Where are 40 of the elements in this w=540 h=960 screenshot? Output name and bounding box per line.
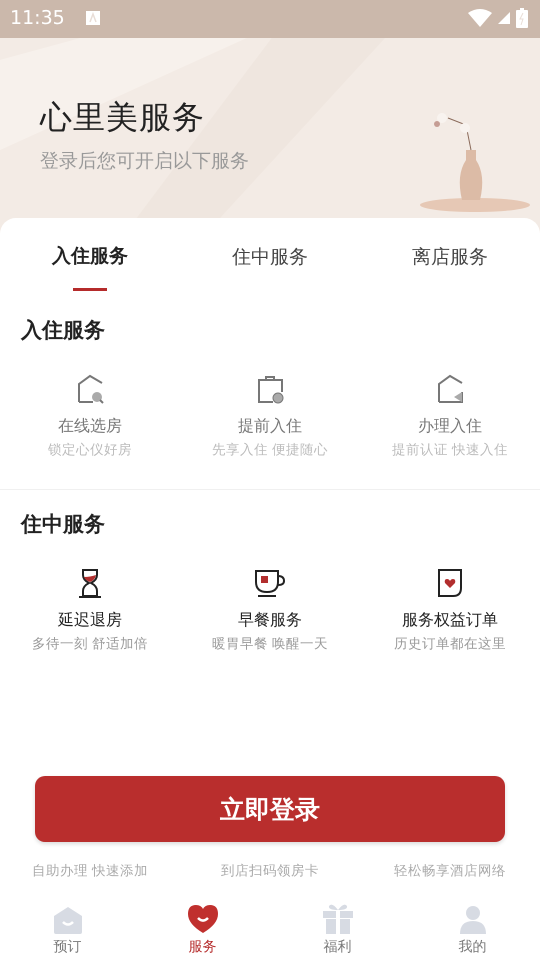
nav-tab[interactable]: 我的 [405,892,540,960]
gift-icon [322,902,354,934]
service-title[interactable]: 提前入住 [238,416,302,437]
service-title[interactable]: 延迟退房 [58,610,122,631]
nav-tab[interactable]: 服务 [135,892,270,960]
house-flag-icon[interactable] [435,374,465,404]
section-title: 住中服务 [21,511,106,538]
heart-icon [186,904,220,934]
service-title[interactable]: 服务权益订单 [402,610,498,631]
hero-subtitle: 登录后您可开启以下服务 [40,149,250,174]
nav-tab[interactable]: 预订 [0,892,135,960]
tab[interactable]: 离店服务 [360,218,540,296]
battery-icon [516,8,528,28]
notification-icon [84,10,101,26]
service-title[interactable]: 在线选房 [58,416,122,437]
tab[interactable]: 住中服务 [180,218,360,296]
service-title[interactable]: 办理入住 [418,416,482,437]
service-description: 历史订单都在这里 [394,635,506,653]
service-description: 锁定心仪好房 [48,441,132,459]
wifi-icon [468,9,492,27]
status-time: 11:35 [10,7,65,29]
nav-tab[interactable]: 福利 [270,892,405,960]
teacup-icon[interactable] [253,568,287,598]
service-description: 提前认证 快速入住 [392,441,508,459]
service-description: 自助办理 快速添加 [32,862,148,880]
signal-icon [498,12,510,24]
login-button[interactable]: 立即登录 [35,776,505,842]
service-description: 多待一刻 舒适加倍 [32,635,148,653]
service-title[interactable]: 早餐服务 [238,610,302,631]
heart-card-icon[interactable] [435,568,465,598]
briefcase-clock-icon[interactable] [255,374,285,404]
section-title: 入住服务 [21,317,106,344]
user-icon [458,904,488,934]
service-description: 到店扫码领房卡 [221,862,319,880]
service-description: 轻松畅享酒店网络 [394,862,506,880]
home-icon [52,906,84,934]
service-description: 暖胃早餐 唤醒一天 [212,635,328,653]
service-description: 先享入住 便捷随心 [212,441,328,459]
hero-title: 心里美服务 [40,97,206,138]
house-search-icon[interactable] [75,374,105,404]
